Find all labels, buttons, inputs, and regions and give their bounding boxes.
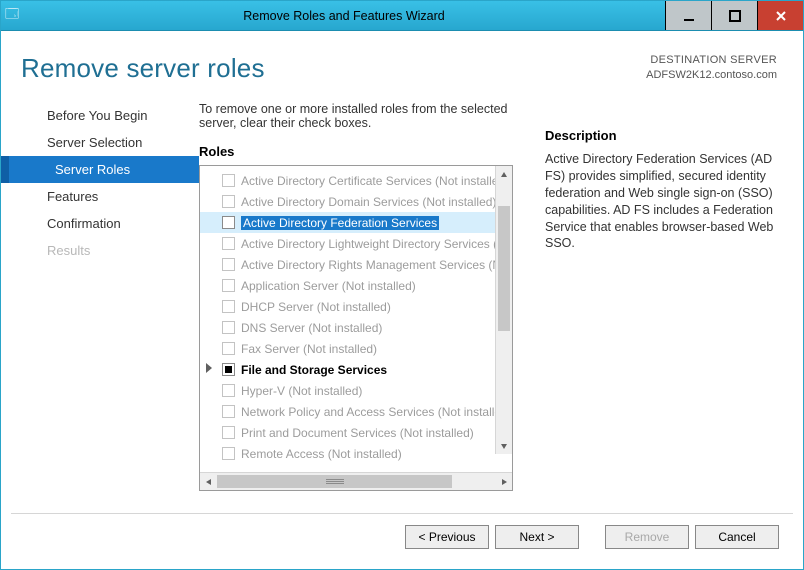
destination-server: ADFSW2K12.contoso.com	[646, 68, 777, 83]
role-checkbox[interactable]	[222, 216, 235, 229]
step-features[interactable]: Features	[1, 183, 199, 210]
steps-sidebar: Before You Begin Server Selection Server…	[1, 98, 199, 503]
role-item: Active Directory Rights Management Servi…	[200, 254, 512, 275]
role-checkbox	[222, 195, 235, 208]
role-item: Network Policy and Access Services (Not …	[200, 401, 512, 422]
role-checkbox	[222, 384, 235, 397]
role-label: Print and Document Services (Not install…	[241, 426, 474, 440]
horizontal-scrollbar[interactable]	[200, 472, 512, 490]
horizontal-scroll-thumb[interactable]	[217, 475, 452, 488]
wizard-window: 🗔 Remove Roles and Features Wizard Remov…	[0, 0, 804, 570]
previous-button[interactable]: < Previous	[405, 525, 489, 549]
cancel-button[interactable]: Cancel	[695, 525, 779, 549]
main-area: To remove one or more installed roles fr…	[199, 98, 803, 503]
window-title: Remove Roles and Features Wizard	[23, 9, 665, 23]
role-checkbox	[222, 237, 235, 250]
role-label: Network Policy and Access Services (Not …	[241, 405, 512, 419]
role-checkbox	[222, 342, 235, 355]
role-item[interactable]: File and Storage Services	[200, 359, 512, 380]
window-controls	[665, 1, 803, 30]
role-item: DHCP Server (Not installed)	[200, 296, 512, 317]
app-icon: 🗔	[1, 5, 23, 27]
description-title: Description	[545, 128, 779, 143]
next-button[interactable]: Next >	[495, 525, 579, 549]
role-checkbox	[222, 405, 235, 418]
role-checkbox	[222, 174, 235, 187]
role-checkbox	[222, 447, 235, 460]
footer: < Previous Next > Remove Cancel	[11, 513, 793, 559]
step-server-roles[interactable]: Server Roles	[1, 156, 199, 183]
role-item: Fax Server (Not installed)	[200, 338, 512, 359]
role-label: Active Directory Certificate Services (N…	[241, 174, 509, 188]
horizontal-scroll-track[interactable]	[217, 473, 495, 490]
header: Remove server roles DESTINATION SERVER A…	[1, 31, 803, 98]
roles-listbox: Active Directory Certificate Services (N…	[199, 165, 513, 491]
role-label: Application Server (Not installed)	[241, 279, 416, 293]
role-item: Active Directory Lightweight Directory S…	[200, 233, 512, 254]
step-results: Results	[1, 237, 199, 264]
role-label: Active Directory Federation Services	[241, 216, 439, 230]
role-checkbox	[222, 258, 235, 271]
role-item: Application Server (Not installed)	[200, 275, 512, 296]
vertical-scroll-thumb[interactable]	[498, 206, 510, 331]
role-checkbox[interactable]	[222, 363, 235, 376]
role-label: File and Storage Services	[241, 363, 387, 377]
role-label: DHCP Server (Not installed)	[241, 300, 391, 314]
scroll-up-icon[interactable]	[496, 166, 512, 183]
role-label: Hyper-V (Not installed)	[241, 384, 362, 398]
role-label: Fax Server (Not installed)	[241, 342, 377, 356]
body: Before You Begin Server Selection Server…	[1, 98, 803, 503]
page-title: Remove server roles	[21, 53, 646, 84]
step-confirmation[interactable]: Confirmation	[1, 210, 199, 237]
expand-icon[interactable]	[206, 363, 212, 373]
role-checkbox	[222, 426, 235, 439]
scroll-down-icon[interactable]	[496, 437, 512, 454]
role-label: DNS Server (Not installed)	[241, 321, 382, 335]
role-label: Active Directory Domain Services (Not in…	[241, 195, 496, 209]
role-label: Remote Access (Not installed)	[241, 447, 402, 461]
roles-title: Roles	[199, 144, 521, 159]
role-checkbox	[222, 300, 235, 313]
roles-list-viewport: Active Directory Certificate Services (N…	[200, 166, 512, 472]
step-before-you-begin[interactable]: Before You Begin	[1, 102, 199, 129]
titlebar: 🗔 Remove Roles and Features Wizard	[1, 1, 803, 31]
role-item: Remote Access (Not installed)	[200, 443, 512, 464]
vertical-scrollbar[interactable]	[495, 166, 512, 454]
close-button[interactable]	[757, 1, 803, 30]
role-item: Active Directory Domain Services (Not in…	[200, 191, 512, 212]
description-column: Description Active Directory Federation …	[521, 98, 779, 503]
role-item: Hyper-V (Not installed)	[200, 380, 512, 401]
scroll-right-icon[interactable]	[495, 473, 512, 490]
center-column: To remove one or more installed roles fr…	[199, 98, 521, 503]
role-item[interactable]: Active Directory Federation Services	[200, 212, 512, 233]
destination-info: DESTINATION SERVER ADFSW2K12.contoso.com	[646, 53, 777, 83]
destination-label: DESTINATION SERVER	[646, 53, 777, 68]
role-item: Print and Document Services (Not install…	[200, 422, 512, 443]
role-checkbox	[222, 321, 235, 334]
role-item: DNS Server (Not installed)	[200, 317, 512, 338]
instruction-text: To remove one or more installed roles fr…	[199, 102, 521, 130]
step-server-selection[interactable]: Server Selection	[1, 129, 199, 156]
role-checkbox	[222, 279, 235, 292]
scroll-left-icon[interactable]	[200, 473, 217, 490]
role-item: Active Directory Certificate Services (N…	[200, 170, 512, 191]
description-text: Active Directory Federation Services (AD…	[545, 151, 779, 252]
role-label: Active Directory Lightweight Directory S…	[241, 237, 512, 251]
maximize-button[interactable]	[711, 1, 757, 30]
minimize-button[interactable]	[665, 1, 711, 30]
remove-button: Remove	[605, 525, 689, 549]
role-label: Active Directory Rights Management Servi…	[241, 258, 512, 272]
